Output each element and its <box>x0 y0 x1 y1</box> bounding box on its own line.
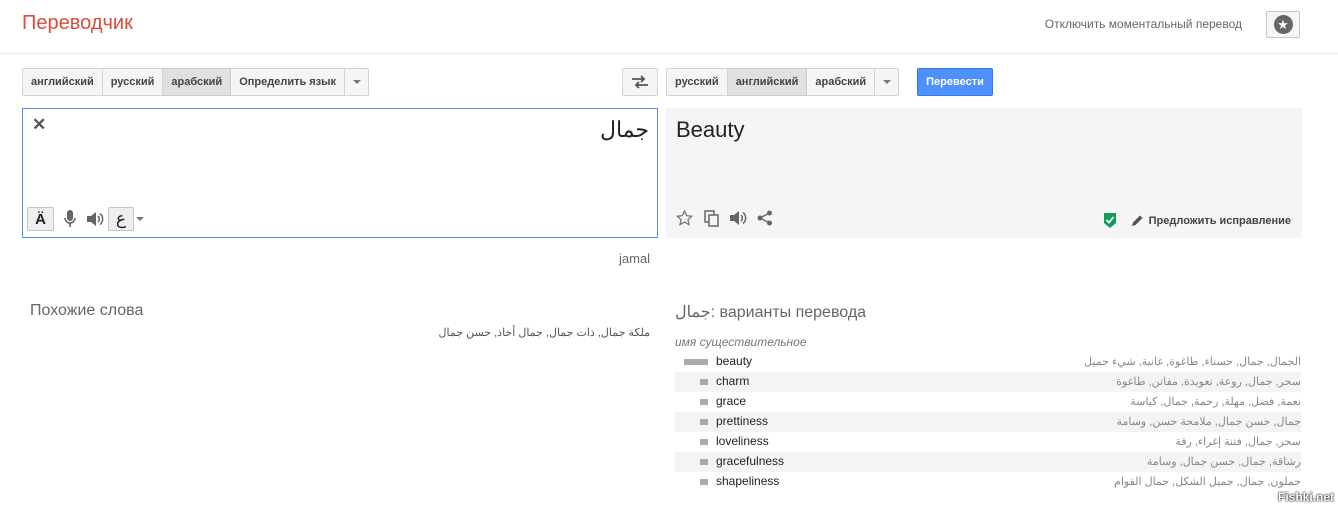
frequency-bar <box>700 379 708 385</box>
share-translation-button[interactable] <box>754 206 776 230</box>
chevron-down-icon <box>882 80 891 84</box>
handwriting-input-button[interactable]: Ä <box>27 207 54 231</box>
frequency-bar <box>684 359 708 365</box>
dictionary-row: beauty الجمال, جمال, حسناء, طاغوة, غانية,… <box>675 352 1301 372</box>
target-lang-dropdown[interactable] <box>875 68 900 96</box>
star-outline-icon <box>675 210 693 226</box>
dictionary-row: shapeliness جملون, جمال, جميل الشكل, جمال… <box>675 472 1301 492</box>
clear-source-button[interactable]: ✕ <box>32 115 46 135</box>
microphone-button[interactable] <box>59 207 81 231</box>
verified-shield-icon[interactable] <box>1102 212 1118 229</box>
frequency-bar <box>700 399 708 405</box>
microphone-icon <box>64 210 76 227</box>
pencil-icon <box>1131 215 1143 226</box>
reverse-translations[interactable]: نعمة, فضل, مهلة, رحمة, جمال, كياسة <box>1130 395 1301 408</box>
suggest-edit-link[interactable]: Предложить исправление <box>1149 215 1291 227</box>
source-lang-dropdown[interactable] <box>345 68 370 96</box>
target-lang-arabic[interactable]: арабский <box>807 68 876 96</box>
dictionary-word-link[interactable]: grace <box>716 394 746 408</box>
dictionary-row: gracefulness رشاقة, جمال, حسن جمال, وسامة <box>675 452 1301 472</box>
dictionary-word-link[interactable]: loveliness <box>716 434 769 448</box>
keyboard-icon: ع <box>115 209 127 228</box>
dictionary-word-link[interactable]: gracefulness <box>716 454 784 468</box>
frequency-bar <box>700 419 708 425</box>
translation-text[interactable]: Beauty <box>676 117 745 143</box>
share-icon <box>757 210 772 226</box>
reverse-translations[interactable]: رشاقة, جمال, حسن جمال, وسامة <box>1147 455 1301 468</box>
dictionary-title: جمال: варианты перевода <box>675 302 866 322</box>
save-translation-button[interactable] <box>674 206 694 230</box>
source-lang-detect[interactable]: Определить язык <box>231 68 346 96</box>
header-divider <box>0 53 1338 54</box>
suggest-edit-area: Предложить исправление <box>1102 212 1291 229</box>
chevron-down-icon <box>136 217 144 221</box>
target-lang-russian[interactable]: русский <box>666 68 728 96</box>
dictionary-row: prettiness جمال, حسن جمال, ملامحة حسن, وس… <box>675 412 1301 432</box>
frequency-bar <box>700 459 708 465</box>
dictionary-word-link[interactable]: shapeliness <box>716 474 779 488</box>
copy-icon <box>703 209 719 227</box>
target-language-bar: русский английский арабский <box>666 68 900 96</box>
part-of-speech-label: имя существительное <box>675 335 807 349</box>
source-language-bar: английский русский арабский Определить я… <box>22 68 370 96</box>
swap-languages-button[interactable] <box>622 68 658 96</box>
dictionary-row: loveliness سحر, جمال, فتنة إغراء, رقة <box>675 432 1301 452</box>
star-icon: ★ <box>1273 15 1293 34</box>
target-lang-english[interactable]: английский <box>727 68 808 96</box>
watermark: Fishki.net <box>1277 490 1334 504</box>
translate-button[interactable]: Перевести <box>917 68 993 96</box>
speaker-icon <box>730 211 747 225</box>
translation-result-area: Beauty Предложить исправление <box>666 108 1302 238</box>
dictionary-word: جمال <box>675 304 711 321</box>
dictionary-title-suffix: : варианты перевода <box>710 304 867 321</box>
phrasebook-button[interactable]: ★ <box>1266 11 1300 38</box>
reverse-translations[interactable]: جمال, حسن جمال, ملامحة حسن, وسامة <box>1117 415 1301 428</box>
source-text[interactable]: جمال <box>600 117 649 143</box>
frequency-bar <box>700 479 708 485</box>
transliteration: jamal <box>619 251 651 266</box>
reverse-translations[interactable]: الجمال, جمال, حسناء, طاغوة, غانية, شيء ج… <box>1084 355 1301 368</box>
listen-source-button[interactable] <box>84 207 106 231</box>
dictionary-word-link[interactable]: prettiness <box>716 414 768 428</box>
dictionary-table: beauty الجمال, جمال, حسناء, طاغوة, غانية,… <box>675 352 1301 492</box>
reverse-translations[interactable]: سحر, جمال, فتنة إغراء, رقة <box>1175 435 1301 448</box>
swap-icon <box>632 75 648 89</box>
speaker-icon <box>87 212 104 226</box>
chevron-down-icon <box>352 80 361 84</box>
source-lang-english[interactable]: английский <box>22 68 103 96</box>
app-title: Переводчик <box>22 12 133 34</box>
dictionary-row: charm سحر, جمال, روعة, تعويذة, مفاتن, طاغ… <box>675 372 1301 392</box>
source-text-area[interactable]: ✕ جمال Ä ع <box>22 108 658 238</box>
input-tools-dropdown[interactable] <box>135 207 145 231</box>
dictionary-word-link[interactable]: beauty <box>716 354 752 368</box>
copy-translation-button[interactable] <box>701 206 721 230</box>
frequency-bar <box>700 439 708 445</box>
listen-translation-button[interactable] <box>727 206 749 230</box>
handwriting-icon: Ä <box>35 210 46 228</box>
related-words-title: Похожие слова <box>30 302 144 319</box>
reverse-translations[interactable]: سحر, جمال, روعة, تعويذة, مفاتن, طاغوة <box>1116 375 1301 388</box>
source-lang-russian[interactable]: русский <box>102 68 164 96</box>
related-words-list[interactable]: ملكة جمال, ذات جمال, جمال أخاذ, حسن جمال <box>439 326 650 339</box>
disable-instant-translation-link[interactable]: Отключить моментальный перевод <box>1045 17 1242 31</box>
source-lang-arabic[interactable]: арабский <box>163 68 232 96</box>
dictionary-row: grace نعمة, فضل, مهلة, رحمة, جمال, كياسة <box>675 392 1301 412</box>
input-tools-button[interactable]: ع <box>108 207 134 231</box>
reverse-translations[interactable]: جملون, جمال, جميل الشكل, جمال القوام <box>1114 475 1301 488</box>
dictionary-word-link[interactable]: charm <box>716 374 749 388</box>
